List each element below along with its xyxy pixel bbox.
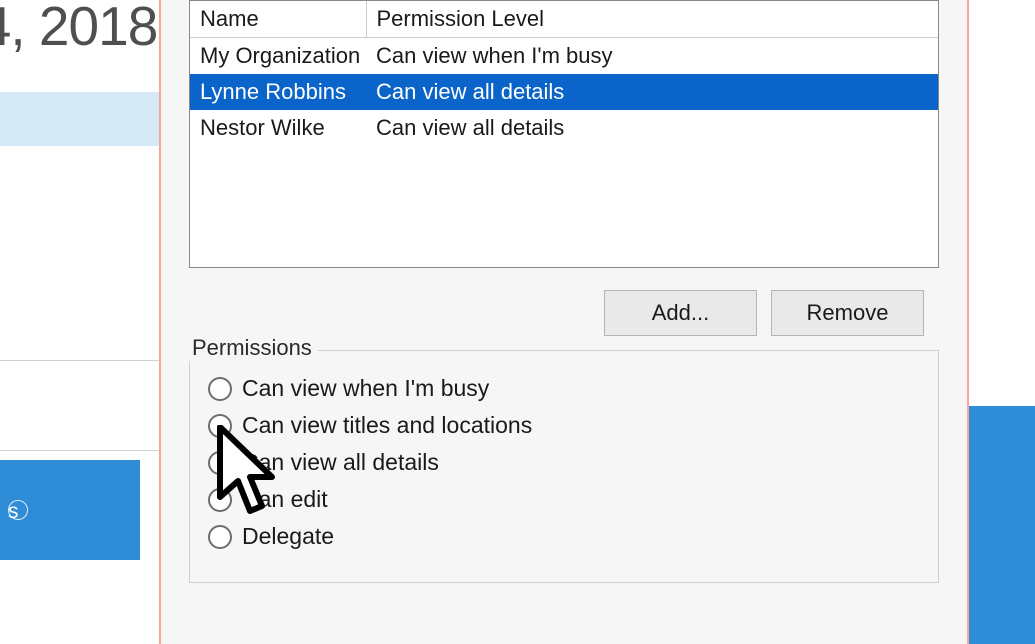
permission-option[interactable]: Can edit xyxy=(208,486,920,513)
permissions-listview[interactable]: Name Permission Level My OrganizationCan… xyxy=(189,0,939,268)
table-row[interactable]: My OrganizationCan view when I'm busy xyxy=(190,38,938,75)
permissions-group: Permissions Can view when I'm busyCan vi… xyxy=(189,350,939,583)
button-row: Add... Remove xyxy=(189,290,939,336)
permission-option-label: Can edit xyxy=(242,486,328,513)
background-event-block[interactable]: s xyxy=(0,460,140,560)
background-divider xyxy=(0,360,160,361)
permission-option[interactable]: Can view when I'm busy xyxy=(208,375,920,402)
permission-option-label: Delegate xyxy=(242,523,334,550)
column-header-name[interactable]: Name xyxy=(190,1,366,38)
permission-option-label: Can view when I'm busy xyxy=(242,375,489,402)
cell-permission: Can view all details xyxy=(366,110,938,146)
add-button[interactable]: Add... xyxy=(604,290,757,336)
radio-icon[interactable] xyxy=(208,488,232,512)
background-date-fragment: y 4, 2018 xyxy=(0,0,157,58)
cell-name: Lynne Robbins xyxy=(190,74,366,110)
radio-icon[interactable] xyxy=(208,451,232,475)
listview-header-row[interactable]: Name Permission Level xyxy=(190,1,938,38)
table-row[interactable]: Lynne RobbinsCan view all details xyxy=(190,74,938,110)
remove-button[interactable]: Remove xyxy=(771,290,924,336)
table-row[interactable]: Nestor WilkeCan view all details xyxy=(190,110,938,146)
cell-permission: Can view all details xyxy=(366,74,938,110)
permissions-group-title: Permissions xyxy=(186,335,318,361)
column-header-permission[interactable]: Permission Level xyxy=(366,1,938,38)
permission-option[interactable]: Delegate xyxy=(208,523,920,550)
cell-permission: Can view when I'm busy xyxy=(366,38,938,75)
cell-name: Nestor Wilke xyxy=(190,110,366,146)
sync-icon xyxy=(8,500,30,522)
radio-icon[interactable] xyxy=(208,525,232,549)
permissions-dialog: Name Permission Level My OrganizationCan… xyxy=(159,0,969,644)
permission-option-label: Can view all details xyxy=(242,449,439,476)
permission-option[interactable]: Can view all details xyxy=(208,449,920,476)
background-band xyxy=(0,92,160,146)
radio-icon[interactable] xyxy=(208,377,232,401)
background-right-block xyxy=(968,406,1035,644)
background-divider xyxy=(0,450,160,451)
radio-icon[interactable] xyxy=(208,414,232,438)
permission-option[interactable]: Can view titles and locations xyxy=(208,412,920,439)
cell-name: My Organization xyxy=(190,38,366,75)
permission-option-label: Can view titles and locations xyxy=(242,412,532,439)
